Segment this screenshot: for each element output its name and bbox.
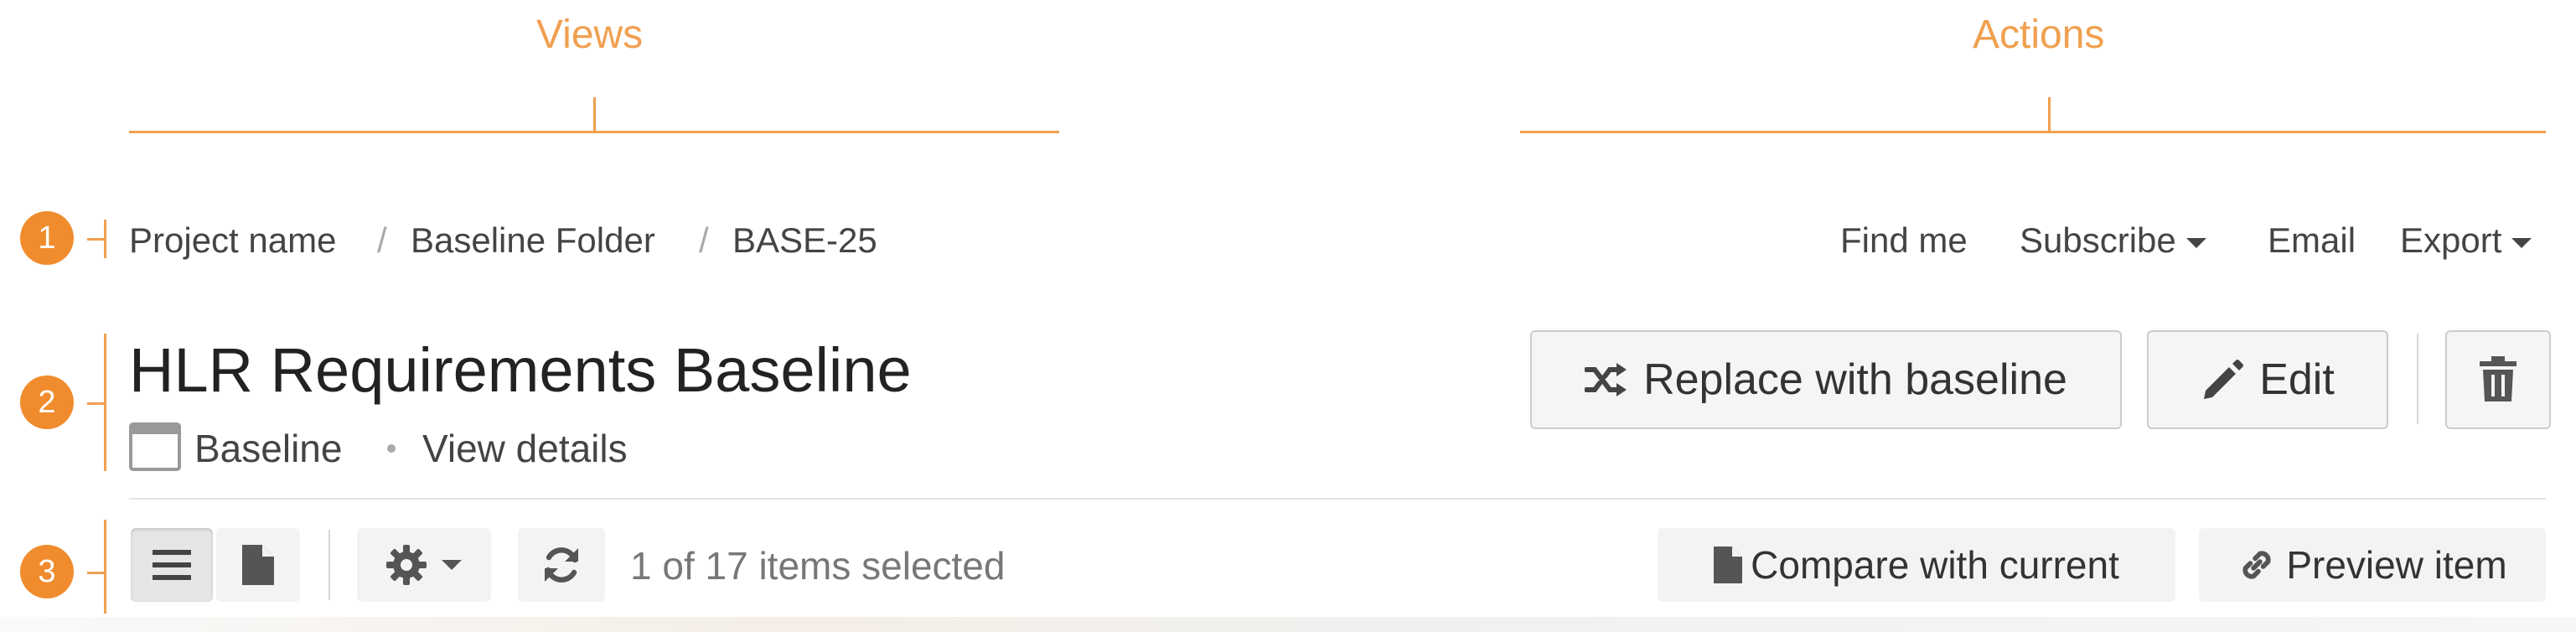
section-marker-3-connector [87, 572, 106, 574]
section-marker-1-bracket [104, 220, 106, 258]
selection-status: 1 of 17 items selected [630, 544, 1006, 588]
link-icon [2242, 551, 2271, 579]
actions-bracket-tick [2048, 97, 2051, 132]
export-dropdown[interactable]: Export [2400, 220, 2532, 262]
actions-bracket-line [1520, 131, 2546, 133]
action-divider [2417, 334, 2418, 424]
actions-annotation-label: Actions [1973, 13, 2105, 57]
settings-dropdown[interactable] [357, 528, 491, 602]
pencil-icon [2204, 360, 2244, 399]
gear-icon [386, 545, 427, 585]
document-view-toggle[interactable] [216, 528, 300, 602]
edit-button-label: Edit [2259, 355, 2335, 404]
bottom-edge-fade [0, 617, 2576, 632]
shuffle-icon [1585, 363, 1627, 396]
window-icon [129, 422, 181, 475]
views-annotation-label: Views [536, 13, 644, 57]
chevron-down-icon [442, 560, 462, 570]
view-details-link[interactable]: View details [422, 426, 628, 471]
breadcrumb-separator: / [377, 220, 387, 260]
section-marker-1-connector [87, 238, 106, 241]
section-marker-2: 2 [20, 376, 74, 429]
list-view-toggle[interactable] [131, 528, 213, 602]
views-bracket-tick [593, 97, 596, 132]
export-label: Export [2400, 220, 2502, 260]
section-marker-2-connector [87, 402, 106, 405]
page-title: HLR Requirements Baseline [129, 335, 912, 405]
delete-button[interactable] [2445, 330, 2551, 429]
find-me-link[interactable]: Find me [1840, 220, 1968, 262]
preview-button-label: Preview item [2286, 543, 2507, 587]
replace-button-label: Replace with baseline [1643, 355, 2067, 404]
header-divider [129, 498, 2546, 500]
compare-button-label: Compare with current [1751, 543, 2119, 587]
document-icon [242, 545, 274, 585]
toolbar-divider [328, 530, 330, 600]
replace-with-baseline-button[interactable]: Replace with baseline [1530, 330, 2122, 429]
dot-separator [387, 444, 396, 453]
chevron-down-icon [2185, 237, 2206, 248]
chevron-down-icon [2511, 237, 2532, 248]
subscribe-label: Subscribe [2020, 220, 2176, 260]
preview-item-button[interactable]: Preview item [2199, 528, 2546, 602]
refresh-button[interactable] [518, 528, 605, 602]
list-icon [153, 550, 191, 580]
breadcrumb-separator: / [699, 220, 709, 260]
section-marker-2-bracket [104, 334, 106, 471]
section-marker-1: 1 [20, 211, 74, 265]
email-link[interactable]: Email [2268, 220, 2356, 262]
refresh-icon [545, 547, 578, 583]
edit-button[interactable]: Edit [2147, 330, 2388, 429]
compare-with-current-button[interactable]: Compare with current [1658, 528, 2175, 602]
trash-icon [2480, 356, 2517, 401]
subscribe-dropdown[interactable]: Subscribe [2020, 220, 2206, 262]
breadcrumb-item-project[interactable]: Project name [129, 220, 336, 262]
section-marker-3-bracket [104, 520, 106, 614]
section-marker-3: 3 [20, 545, 74, 598]
document-icon [1714, 547, 1743, 583]
breadcrumb-item-folder[interactable]: Baseline Folder [411, 220, 655, 262]
item-type-label: Baseline [194, 427, 343, 470]
breadcrumb-item-current: BASE-25 [732, 220, 877, 260]
